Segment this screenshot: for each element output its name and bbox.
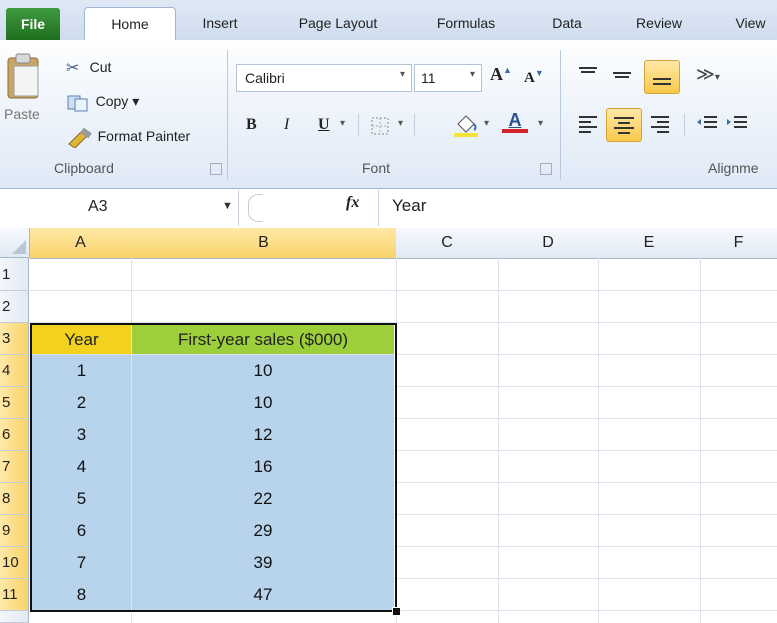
column-header-e[interactable]: E xyxy=(598,228,701,259)
copy-icon xyxy=(67,95,88,112)
paste-label: Paste xyxy=(4,106,40,122)
align-right-icon[interactable] xyxy=(646,112,672,136)
tab-review[interactable]: Review xyxy=(622,10,696,38)
paste-button[interactable]: Paste xyxy=(4,52,52,150)
cut-button[interactable]: ✂ Cut xyxy=(66,56,111,78)
column-header-a[interactable]: A xyxy=(30,228,132,259)
format-painter-label: Format Painter xyxy=(97,128,191,144)
tab-data[interactable]: Data xyxy=(542,10,592,38)
paste-icon xyxy=(7,53,39,99)
select-all-icon xyxy=(12,240,26,254)
row-header-8[interactable]: 8 xyxy=(0,483,29,515)
chevron-down-icon[interactable]: ▾ xyxy=(484,118,489,129)
font-size-select[interactable]: 11 ▾ xyxy=(414,64,482,92)
bottom-align-icon xyxy=(653,78,671,85)
top-align-icon[interactable] xyxy=(576,64,600,86)
increase-indent-icon[interactable] xyxy=(724,112,750,136)
chevron-down-icon[interactable]: ▼ xyxy=(222,200,233,212)
name-box-value: A3 xyxy=(88,198,108,215)
row-header-6[interactable]: 6 xyxy=(0,419,29,451)
align-left-icon[interactable] xyxy=(576,112,602,136)
chevron-down-icon[interactable]: ▾ xyxy=(398,118,403,129)
shrink-font-icon[interactable]: A▼ xyxy=(524,68,544,87)
ribbon-tab-bar: File Home Insert Page Layout Formulas Da… xyxy=(0,0,777,42)
format-painter-button[interactable]: Format Painter xyxy=(66,124,190,148)
column-header-f[interactable]: F xyxy=(700,228,777,259)
row-header-1[interactable]: 1 xyxy=(0,258,29,291)
formula-input[interactable]: Year xyxy=(392,196,426,216)
row-header-12[interactable] xyxy=(0,611,29,623)
alignment-group-label: Alignme xyxy=(708,160,759,176)
gridline xyxy=(598,258,599,623)
gridline xyxy=(30,290,777,291)
gridline xyxy=(498,258,499,623)
row-header-9[interactable]: 9 xyxy=(0,515,29,547)
grow-font-icon[interactable]: A▲ xyxy=(490,64,512,85)
scissors-icon: ✂ xyxy=(66,59,80,77)
tab-view[interactable]: View xyxy=(724,10,777,38)
bold-button[interactable]: B xyxy=(246,116,257,134)
row-header-3[interactable]: 3 xyxy=(0,323,29,355)
chevron-down-icon: ▾ xyxy=(399,69,405,80)
copy-label: Copy ▾ xyxy=(95,93,140,109)
row-header-11[interactable]: 11 xyxy=(0,579,29,611)
bottom-align-button[interactable] xyxy=(644,60,680,94)
column-header-c[interactable]: C xyxy=(396,228,499,259)
column-header-d[interactable]: D xyxy=(498,228,599,259)
clipboard-group-label: Clipboard xyxy=(54,160,114,176)
decrease-indent-icon[interactable] xyxy=(694,112,720,136)
row-header-2[interactable]: 2 xyxy=(0,291,29,323)
underline-button[interactable]: U xyxy=(318,116,330,134)
group-separator xyxy=(227,50,228,180)
align-center-button[interactable] xyxy=(606,108,642,142)
spreadsheet-grid[interactable]: A B C D E F 1 2 3 4 5 6 7 8 9 10 11 Year… xyxy=(0,228,777,623)
row-header-7[interactable]: 7 xyxy=(0,451,29,483)
column-header-b[interactable]: B xyxy=(131,228,397,259)
selection-border xyxy=(30,323,397,612)
italic-button[interactable]: I xyxy=(284,116,289,134)
clipboard-dialog-launcher-icon[interactable] xyxy=(210,163,222,175)
fill-handle[interactable] xyxy=(392,607,401,616)
select-all-button[interactable] xyxy=(0,228,30,258)
row-header-4[interactable]: 4 xyxy=(0,355,29,387)
font-name-select[interactable]: Calibri ▾ xyxy=(236,64,412,92)
borders-icon[interactable] xyxy=(370,116,392,136)
font-group-label: Font xyxy=(362,160,391,176)
row-header-5[interactable]: 5 xyxy=(0,387,29,419)
gridline xyxy=(700,258,701,623)
divider xyxy=(378,190,379,226)
group-separator xyxy=(560,50,561,180)
paintbrush-icon xyxy=(68,127,92,148)
cut-label: Cut xyxy=(89,59,112,75)
chevron-down-icon[interactable]: ▾ xyxy=(538,118,543,129)
font-size-value: 11 xyxy=(421,70,436,86)
font-name-value: Calibri xyxy=(245,70,285,86)
divider xyxy=(414,114,415,136)
insert-function-icon[interactable]: fx xyxy=(346,194,359,212)
row-header-10[interactable]: 10 xyxy=(0,547,29,579)
name-box[interactable]: A3 ▼ xyxy=(0,190,239,226)
fill-color-icon[interactable] xyxy=(452,112,480,138)
font-color-icon[interactable]: A xyxy=(502,110,528,133)
tab-page-layout[interactable]: Page Layout xyxy=(280,10,396,38)
copy-button[interactable]: Copy ▾ xyxy=(66,90,139,112)
orientation-icon[interactable]: ≫▾ xyxy=(696,64,720,85)
font-dialog-launcher-icon[interactable] xyxy=(540,163,552,175)
divider xyxy=(358,114,359,136)
tab-insert[interactable]: Insert xyxy=(190,10,250,38)
formula-bar-splitter[interactable] xyxy=(248,194,263,222)
tab-file[interactable]: File xyxy=(6,8,60,40)
divider xyxy=(684,114,685,136)
middle-align-icon[interactable] xyxy=(610,64,634,86)
tab-formulas[interactable]: Formulas xyxy=(424,10,508,38)
tab-home[interactable]: Home xyxy=(84,7,176,42)
chevron-down-icon[interactable]: ▾ xyxy=(340,118,345,129)
chevron-down-icon: ▾ xyxy=(469,69,475,80)
align-center-icon xyxy=(614,117,634,134)
